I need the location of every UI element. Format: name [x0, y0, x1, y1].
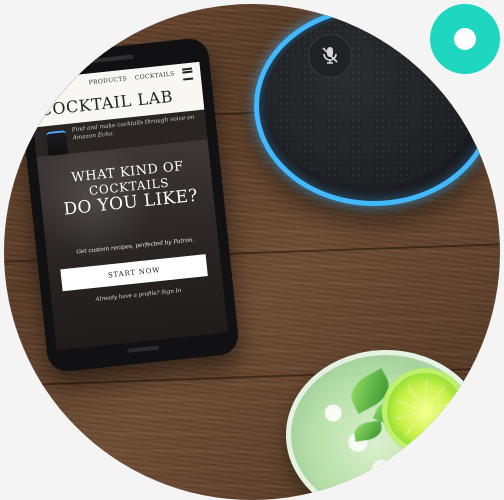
hero-section: WHAT KIND OF COCKTAILS DO YOU LIKE? Get …: [36, 139, 228, 351]
smartphone: PRODUCTS COCKTAILS COCKTAIL LAB Find and…: [15, 36, 241, 374]
brand-title: COCKTAIL LAB: [38, 86, 174, 120]
nav-cocktails-link[interactable]: COCKTAILS: [135, 70, 176, 86]
hamburger-menu-icon[interactable]: [182, 67, 194, 81]
hero-subtitle: Get custom recipes, perfected by Patrón.: [76, 237, 195, 256]
hero-headline: WHAT KIND OF COCKTAILS DO YOU LIKE?: [52, 158, 206, 221]
start-now-button[interactable]: START NOW: [60, 254, 208, 292]
phone-screen: PRODUCTS COCKTAILS COCKTAIL LAB Find and…: [28, 61, 228, 351]
mic-button: [308, 34, 352, 78]
circular-photo: PRODUCTS COCKTAILS COCKTAIL LAB Find and…: [4, 4, 500, 500]
nav-products-link[interactable]: PRODUCTS: [88, 75, 127, 91]
top-navigation: PRODUCTS COCKTAILS: [88, 67, 194, 92]
phone-home-bar: [127, 345, 160, 353]
microphone-icon: [322, 47, 338, 64]
circle-logo-icon: [430, 4, 500, 74]
promo-image: PRODUCTS COCKTAILS COCKTAIL LAB Find and…: [0, 0, 504, 500]
phone-speaker-slot: [91, 54, 134, 63]
lime-wheel: [382, 368, 468, 454]
